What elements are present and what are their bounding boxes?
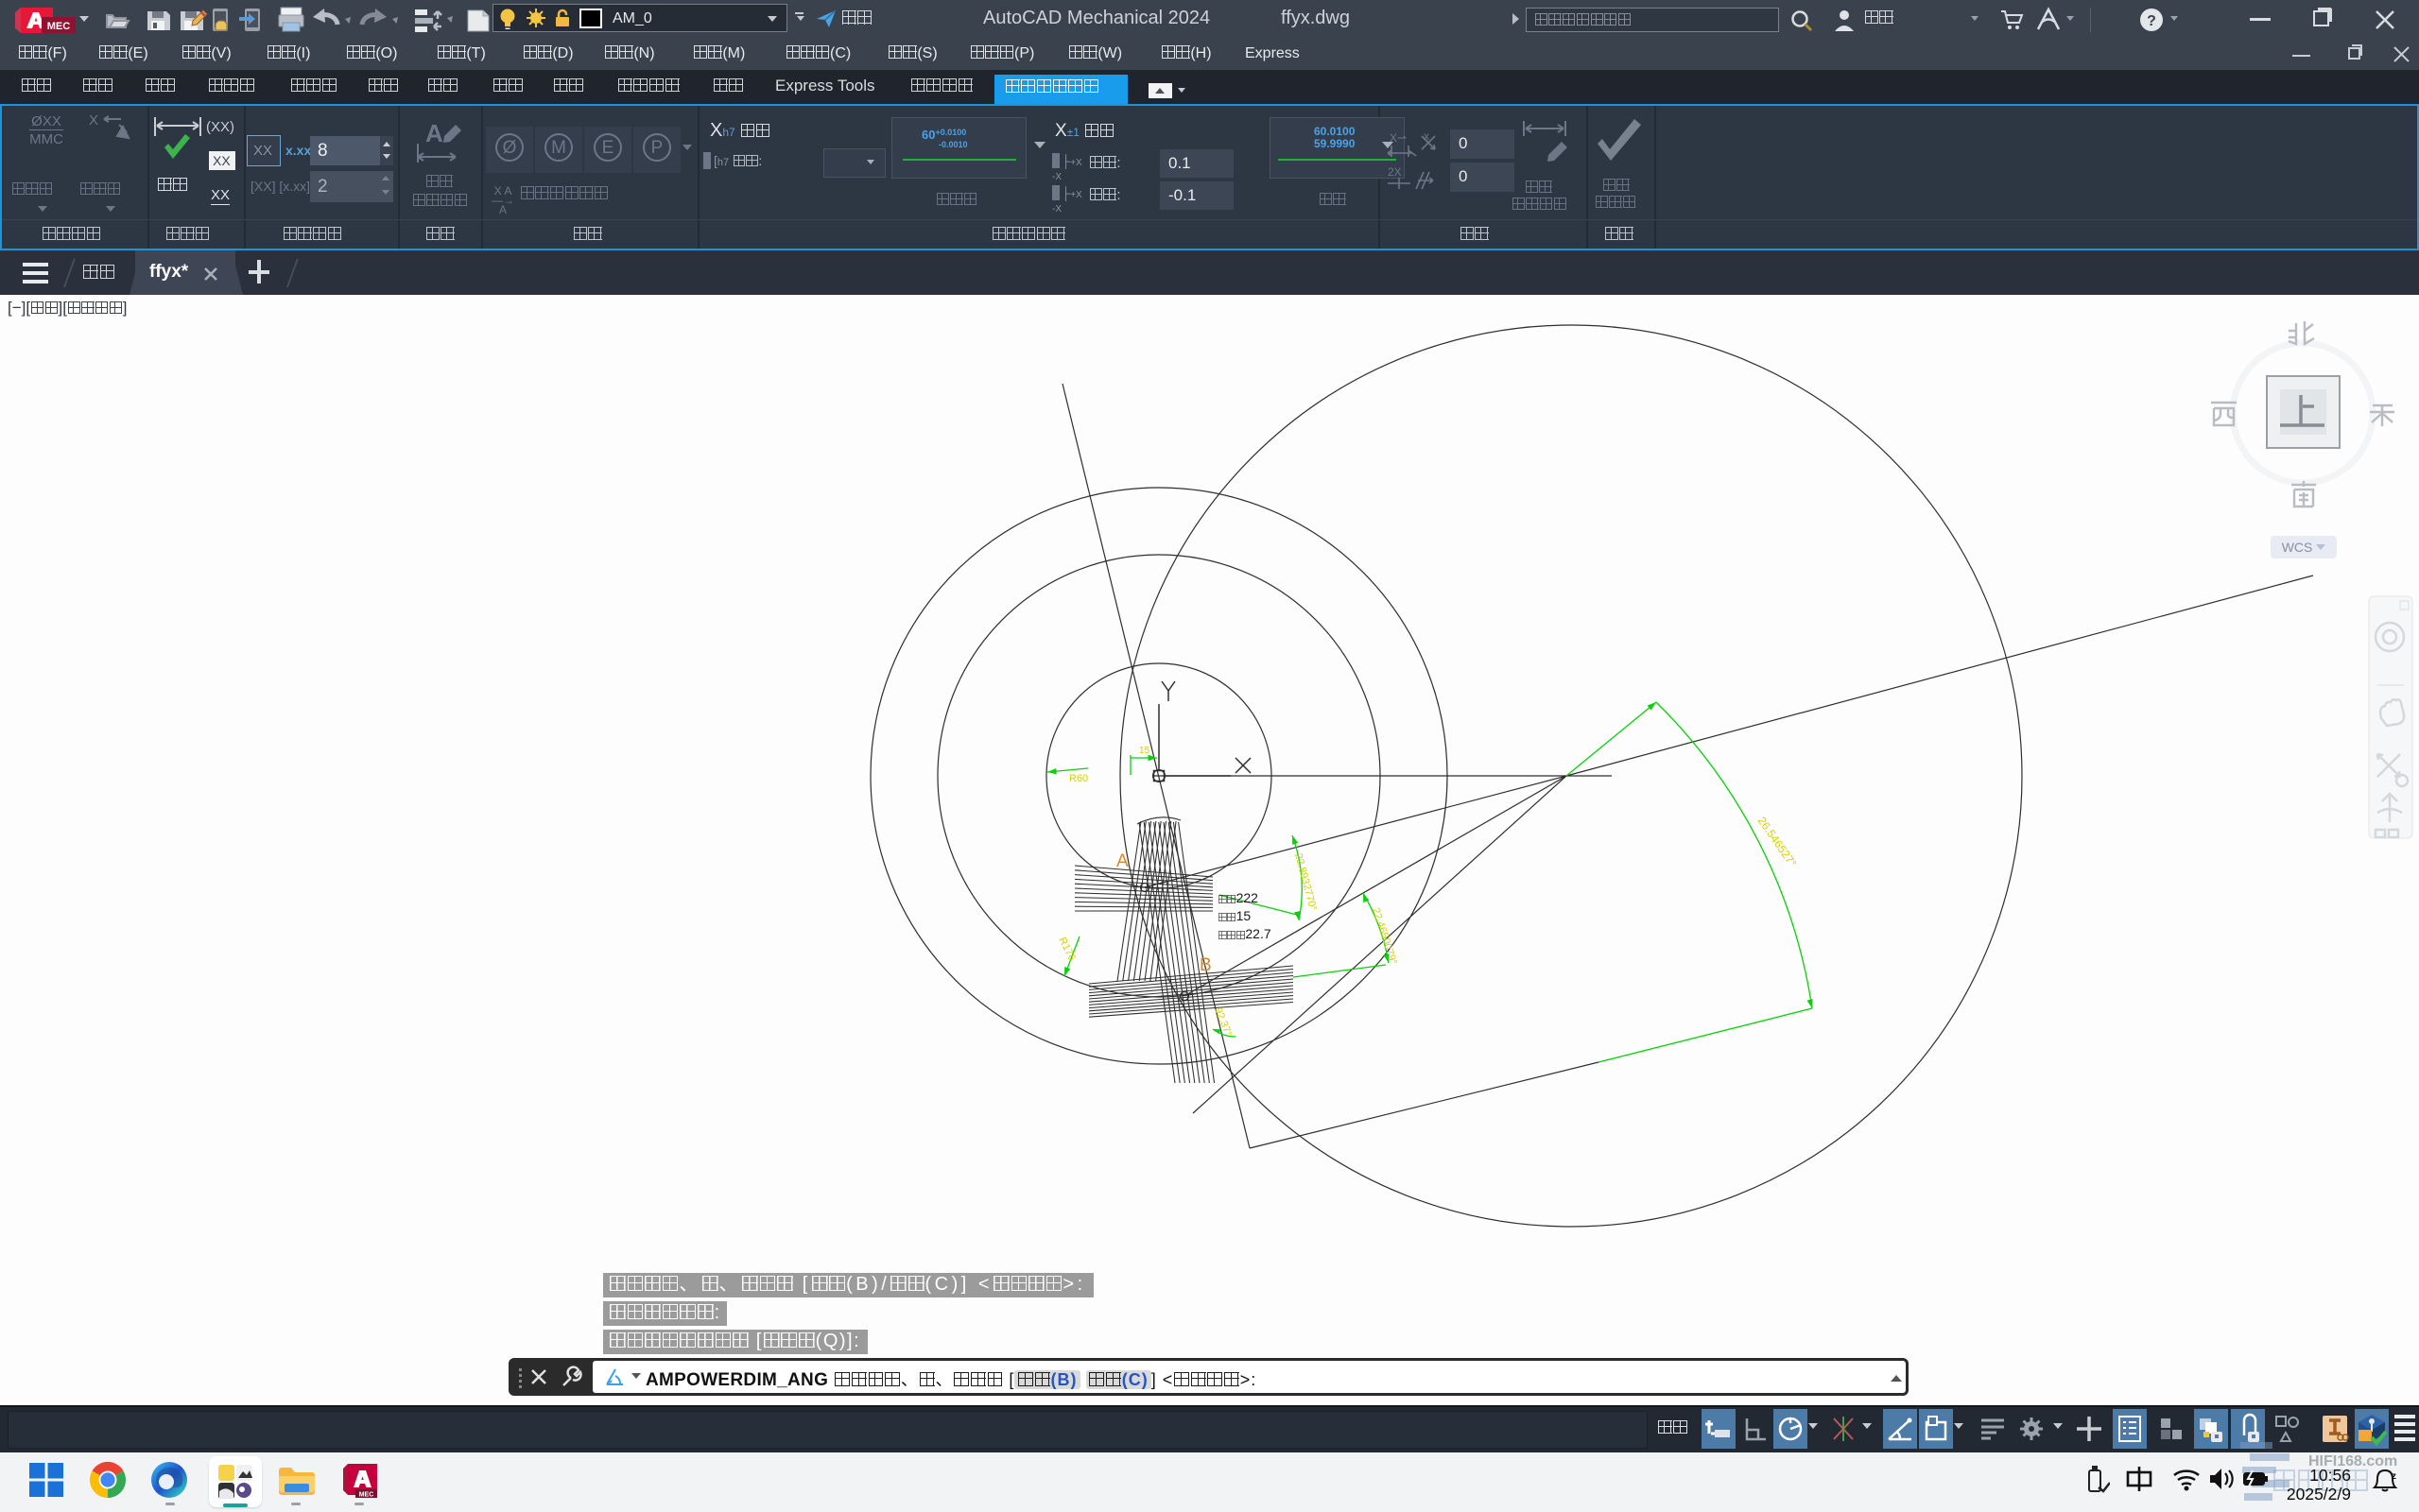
svg-text:15: 15 <box>1139 746 1150 756</box>
svg-text:X: X <box>89 112 98 129</box>
svg-text:MEC: MEC <box>47 21 71 32</box>
svg-text:22.4650079°: 22.4650079° <box>1370 906 1399 966</box>
svg-text:26.546527°: 26.546527° <box>1755 815 1800 870</box>
svg-text:22.8932770°: 22.8932770° <box>1292 852 1319 912</box>
svg-text:R60: R60 <box>1069 773 1088 784</box>
svg-text:z: z <box>2392 1471 2396 1482</box>
svg-text:MEC: MEC <box>359 1492 374 1499</box>
svg-text:?: ? <box>2147 13 2156 29</box>
svg-text:92.37°: 92.37° <box>1212 1006 1234 1039</box>
svg-text:A: A <box>425 119 443 147</box>
svg-text:2X: 2X <box>1388 165 1402 179</box>
svg-text:X⇀: X⇀ <box>1390 131 1407 145</box>
